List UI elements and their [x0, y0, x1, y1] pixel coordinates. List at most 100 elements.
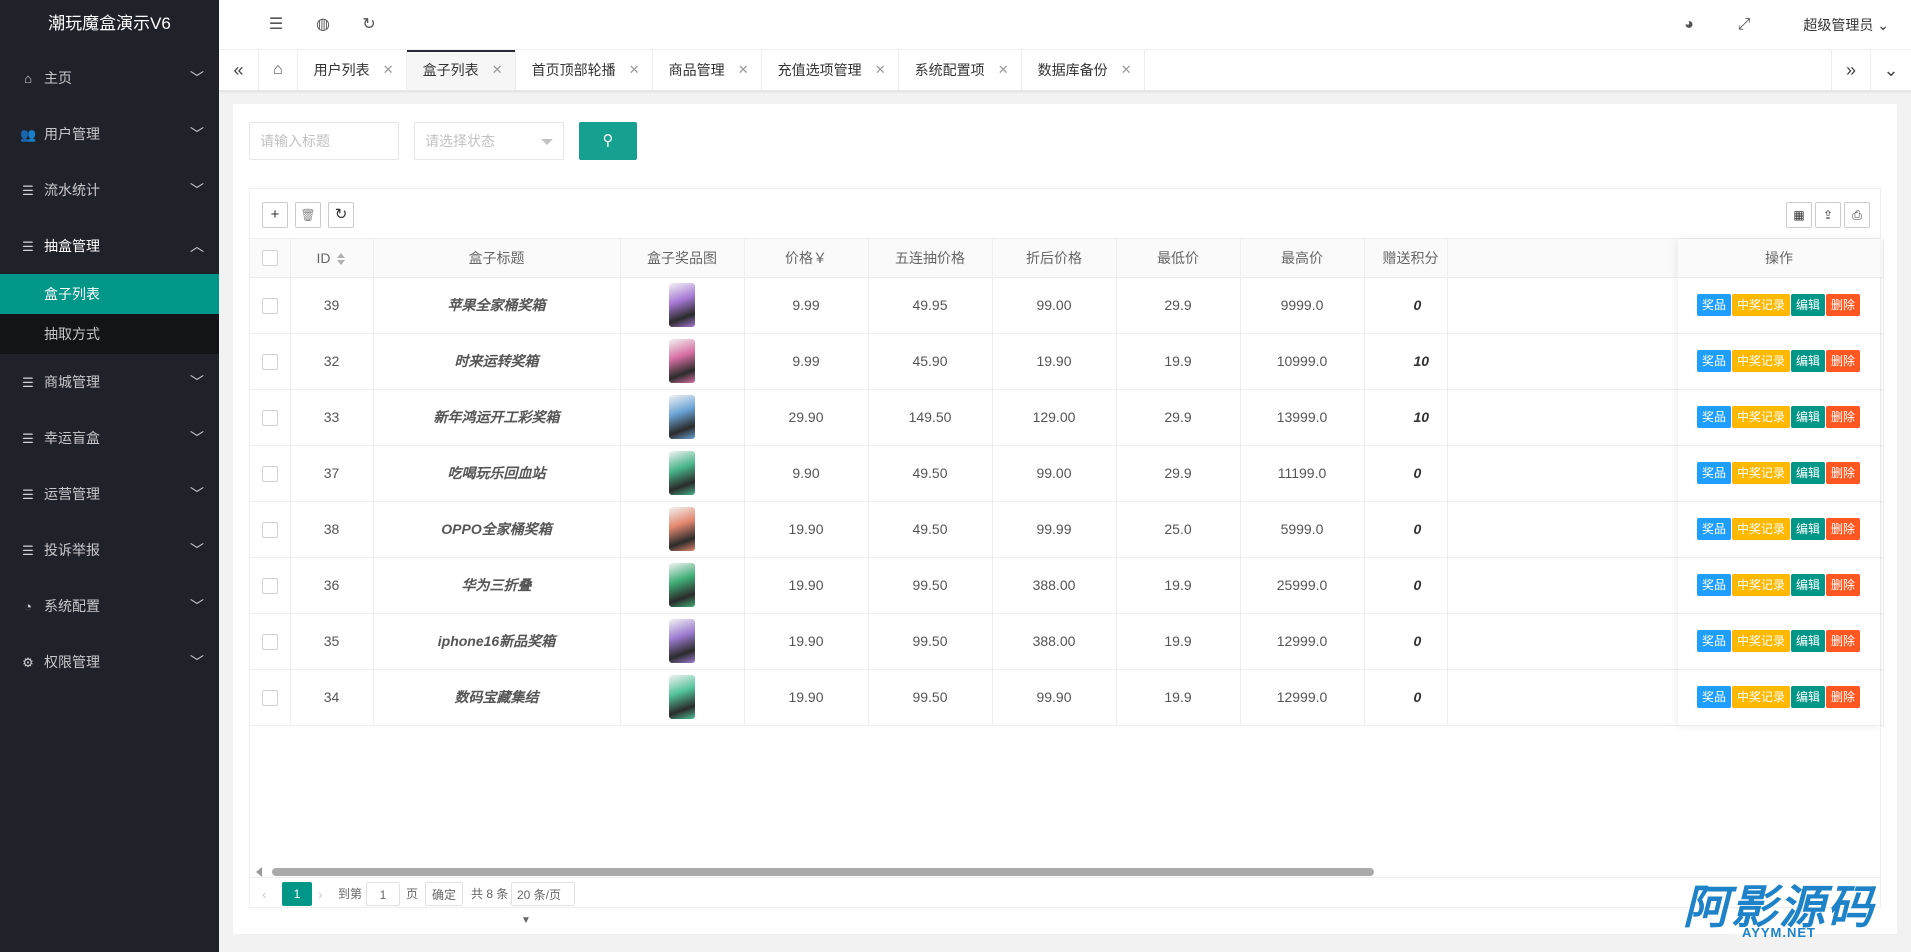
- refresh-table-icon[interactable]: ↻: [328, 202, 354, 228]
- tab-0[interactable]: 用户列表 ✕: [298, 50, 407, 90]
- row-checkbox[interactable]: [261, 465, 278, 482]
- sidebar-item-4[interactable]: ☰ 商城管理 ﹀: [0, 354, 219, 410]
- sidebar-item-6[interactable]: ☰ 运营管理 ﹀: [0, 466, 219, 522]
- win-record-button[interactable]: 中奖记录: [1731, 630, 1790, 652]
- print-icon[interactable]: ⎙: [1844, 202, 1870, 228]
- prize-thumbnail[interactable]: [669, 283, 695, 327]
- prize-button[interactable]: 奖品: [1696, 574, 1731, 596]
- tab-3[interactable]: 商品管理 ✕: [653, 50, 762, 90]
- user-menu[interactable]: 超级管理员 ⌄: [1803, 0, 1889, 50]
- search-button[interactable]: ⚲: [579, 122, 637, 160]
- prize-thumbnail[interactable]: [669, 339, 695, 383]
- close-icon[interactable]: ✕: [383, 50, 394, 90]
- sidebar-item-2[interactable]: ☰ 流水统计 ﹀: [0, 162, 219, 218]
- prize-thumbnail[interactable]: [669, 507, 695, 551]
- delete-button[interactable]: 删除: [1826, 630, 1861, 652]
- edit-button[interactable]: 编辑: [1791, 294, 1826, 316]
- edit-button[interactable]: 编辑: [1791, 462, 1826, 484]
- win-record-button[interactable]: 中奖记录: [1731, 686, 1790, 708]
- add-icon[interactable]: +: [262, 202, 288, 228]
- row-select-cell[interactable]: [250, 557, 291, 614]
- trash-icon[interactable]: 🗑: [295, 202, 321, 228]
- page-size-select[interactable]: 20 条/页 ▼: [511, 882, 575, 926]
- prize-thumbnail[interactable]: [669, 563, 695, 607]
- sidebar-item-1[interactable]: 👥 用户管理 ﹀: [0, 106, 219, 162]
- delete-button[interactable]: 删除: [1826, 294, 1861, 316]
- tab-2[interactable]: 首页顶部轮播 ✕: [516, 50, 653, 90]
- tab-5[interactable]: 系统配置项 ✕: [899, 50, 1022, 90]
- sidebar-item-9[interactable]: ⚙ 权限管理 ﹀: [0, 634, 219, 690]
- select-all-cell[interactable]: [250, 239, 291, 278]
- scroll-left-arrow-icon[interactable]: [256, 867, 262, 877]
- row-select-cell[interactable]: [250, 277, 291, 334]
- prize-thumbnail[interactable]: [669, 619, 695, 663]
- row-checkbox[interactable]: [261, 577, 278, 594]
- status-select[interactable]: 请选择状态: [414, 122, 564, 160]
- sidebar-item-8[interactable]: ◔ 系统配置 ﹀: [0, 578, 219, 634]
- delete-button[interactable]: 删除: [1826, 574, 1861, 596]
- edit-button[interactable]: 编辑: [1791, 686, 1826, 708]
- prize-button[interactable]: 奖品: [1696, 518, 1731, 540]
- menu-toggle-icon[interactable]: ☰: [256, 0, 296, 50]
- row-select-cell[interactable]: [250, 333, 291, 390]
- row-checkbox[interactable]: [261, 297, 278, 314]
- close-icon[interactable]: ✕: [738, 50, 749, 90]
- col-id[interactable]: ID: [290, 239, 374, 278]
- row-select-cell[interactable]: [250, 669, 291, 726]
- close-icon[interactable]: ✕: [998, 50, 1009, 90]
- prize-button[interactable]: 奖品: [1696, 630, 1731, 652]
- row-checkbox[interactable]: [261, 409, 278, 426]
- globe-icon[interactable]: ◍: [303, 0, 343, 50]
- win-record-button[interactable]: 中奖记录: [1731, 350, 1790, 372]
- export-icon[interactable]: ⇪: [1815, 202, 1841, 228]
- title-search-input[interactable]: [249, 122, 399, 160]
- close-icon[interactable]: ✕: [1121, 50, 1132, 90]
- delete-button[interactable]: 删除: [1826, 518, 1861, 540]
- sidebar-subitem-0[interactable]: 盒子列表: [0, 274, 219, 314]
- win-record-button[interactable]: 中奖记录: [1731, 462, 1790, 484]
- sidebar-item-7[interactable]: ☰ 投诉举报 ﹀: [0, 522, 219, 578]
- win-record-button[interactable]: 中奖记录: [1731, 574, 1790, 596]
- edit-button[interactable]: 编辑: [1791, 406, 1826, 428]
- fullscreen-icon[interactable]: ⤢: [1724, 0, 1764, 50]
- edit-button[interactable]: 编辑: [1791, 630, 1826, 652]
- goto-confirm-button[interactable]: 确定: [425, 882, 463, 906]
- delete-button[interactable]: 删除: [1826, 462, 1861, 484]
- row-checkbox[interactable]: [261, 633, 278, 650]
- delete-button[interactable]: 删除: [1826, 406, 1861, 428]
- columns-icon[interactable]: ▦: [1786, 202, 1812, 228]
- edit-button[interactable]: 编辑: [1791, 574, 1826, 596]
- close-icon[interactable]: ✕: [875, 50, 886, 90]
- row-checkbox[interactable]: [261, 353, 278, 370]
- win-record-button[interactable]: 中奖记录: [1731, 294, 1790, 316]
- prize-button[interactable]: 奖品: [1696, 350, 1731, 372]
- edit-button[interactable]: 编辑: [1791, 518, 1826, 540]
- row-checkbox[interactable]: [261, 521, 278, 538]
- tab-scroll-left-icon[interactable]: «: [219, 50, 259, 90]
- sidebar-item-3[interactable]: ☰ 抽盒管理 ︿: [0, 218, 219, 274]
- win-record-button[interactable]: 中奖记录: [1731, 518, 1790, 540]
- horizontal-scrollbar[interactable]: [250, 865, 1880, 877]
- edit-button[interactable]: 编辑: [1791, 350, 1826, 372]
- tab-menu-chevron-down-icon[interactable]: ⌄: [1871, 50, 1911, 90]
- page-current[interactable]: 1: [282, 882, 312, 906]
- goto-page-input[interactable]: 1: [366, 882, 400, 906]
- delete-button[interactable]: 删除: [1826, 350, 1861, 372]
- row-select-cell[interactable]: [250, 501, 291, 558]
- refresh-icon[interactable]: ↻: [349, 0, 389, 50]
- home-icon[interactable]: ⌂: [259, 50, 298, 90]
- close-icon[interactable]: ✕: [492, 50, 503, 90]
- prize-thumbnail[interactable]: [669, 675, 695, 719]
- select-all-checkbox[interactable]: [261, 250, 278, 267]
- row-checkbox[interactable]: [261, 689, 278, 706]
- prize-thumbnail[interactable]: [669, 395, 695, 439]
- tab-6[interactable]: 数据库备份 ✕: [1022, 50, 1145, 90]
- prev-page-icon[interactable]: ‹: [262, 882, 267, 906]
- sidebar-item-0[interactable]: ⌂ 主页 ﹀: [0, 50, 219, 106]
- tab-1[interactable]: 盒子列表 ✕: [406, 50, 516, 90]
- win-record-button[interactable]: 中奖记录: [1731, 406, 1790, 428]
- row-select-cell[interactable]: [250, 613, 291, 670]
- sidebar-item-5[interactable]: ☰ 幸运盲盒 ﹀: [0, 410, 219, 466]
- scrollbar-thumb[interactable]: [272, 868, 1374, 876]
- prize-button[interactable]: 奖品: [1696, 294, 1731, 316]
